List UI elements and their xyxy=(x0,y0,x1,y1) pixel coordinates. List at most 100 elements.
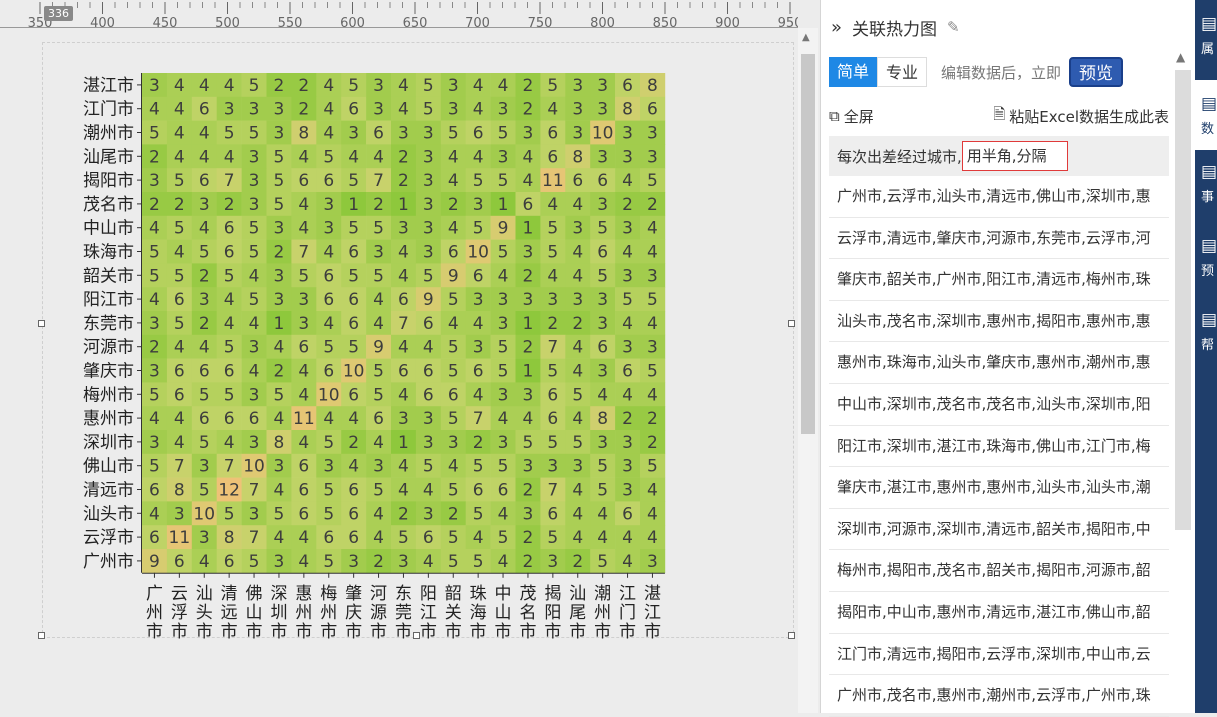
heatmap-cell-value: 4 xyxy=(572,528,583,548)
heatmap-cell-value: 3 xyxy=(597,433,608,453)
heatmap-cell-value: 4 xyxy=(274,338,285,358)
heatmap-cell-value: 4 xyxy=(572,362,583,382)
excel-file-icon: 🗎 xyxy=(993,104,1006,123)
data-row[interactable]: 广州市,云浮市,汕头市,清远市,佛山市,深圳市,惠 xyxy=(829,176,1169,218)
heatmap-cell-value: 3 xyxy=(423,124,434,144)
x-axis-label: 清远市 xyxy=(221,584,238,642)
heatmap-cell-value: 5 xyxy=(224,124,235,144)
y-axis-label: 东莞市 xyxy=(83,314,134,334)
heatmap-cell-value: 5 xyxy=(224,385,235,405)
data-row[interactable]: 汕头市,茂名市,深圳市,惠州市,揭阳市,惠州市,惠 xyxy=(829,301,1169,343)
heatmap-cell-value: 3 xyxy=(523,290,534,310)
heatmap-cell-value: 4 xyxy=(572,195,583,215)
heatmap-cell-value: 3 xyxy=(597,290,608,310)
data-row[interactable]: 惠州市,珠海市,汕头市,肇庆市,惠州市,潮州市,惠 xyxy=(829,342,1169,384)
x-axis-label: 汕尾市 xyxy=(569,584,586,642)
heatmap-cell-value: 4 xyxy=(298,147,309,167)
data-row[interactable]: 阳江市,深圳市,湛江市,珠海市,佛山市,江门市,梅 xyxy=(829,426,1169,468)
heatmap-cell-value: 5 xyxy=(597,552,608,572)
collapse-panel-icon[interactable]: » xyxy=(831,17,842,38)
heatmap-cell-value: 5 xyxy=(199,481,210,501)
heatmap-cell-value: 5 xyxy=(547,362,558,382)
heatmap-cell-value: 12 xyxy=(218,481,240,501)
x-axis-label: 潮州市 xyxy=(594,584,611,642)
heatmap-cell-value: 5 xyxy=(174,171,185,191)
heatmap-cell-value: 5 xyxy=(249,243,260,263)
edit-title-icon[interactable]: ✎ xyxy=(947,18,960,36)
rail-item-2[interactable]: ▤ 事 xyxy=(1195,148,1217,218)
heatmap-cell-value: 5 xyxy=(547,219,558,239)
data-row[interactable]: 广州市,茂名市,惠州市,潮州市,云浮市,广州市,珠 xyxy=(829,675,1169,717)
heatmap-cell-value: 7 xyxy=(547,481,558,501)
heatmap-cell-value: 3 xyxy=(249,100,260,120)
heatmap-chart[interactable]: 3 4 4 4 5 2 2 4 5 3 4 5 3 4 4 2 5 3 3 6 84 4 6 3 3 3 2 4 6 3 4 5 3 4 3 2 4 3 3… xyxy=(0,0,798,713)
heatmap-cell-value: 5 xyxy=(348,266,359,286)
heatmap-cell-value: 4 xyxy=(572,243,583,263)
paste-excel-button[interactable]: 🗎 粘贴Excel数据生成此表 xyxy=(993,104,1169,129)
data-row[interactable]: 中山市,深圳市,茂名市,茂名市,汕头市,深圳市,阳 xyxy=(829,384,1169,426)
heatmap-cell-value: 3 xyxy=(249,195,260,215)
scroll-thumb[interactable] xyxy=(801,54,815,434)
data-row[interactable]: 揭阳市,中山市,惠州市,清远市,湛江市,佛山市,韶 xyxy=(829,592,1169,634)
panel-scroll-thumb[interactable] xyxy=(1175,70,1191,530)
preview-button[interactable]: 预览 xyxy=(1069,57,1124,87)
heatmap-cell-value: 6 xyxy=(348,290,359,310)
heatmap-cell-value: 5 xyxy=(448,124,459,144)
heatmap-cell-value: 4 xyxy=(647,504,658,524)
heatmap-cell-value: 6 xyxy=(348,314,359,334)
data-row[interactable]: 肇庆市,韶关市,广州市,阳江市,清远市,梅州市,珠 xyxy=(829,259,1169,301)
heatmap-cell-value: 2 xyxy=(523,481,534,501)
heatmap-cell-value: 6 xyxy=(323,266,334,286)
tab-simple[interactable]: 简单 xyxy=(829,57,878,87)
heatmap-cell-value: 5 xyxy=(647,362,658,382)
heatmap-cell-value: 6 xyxy=(373,409,384,429)
canvas-vertical-scrollbar[interactable]: ▲ xyxy=(798,28,818,713)
heatmap-cell-value: 4 xyxy=(174,409,185,429)
panel-scroll-up-icon[interactable]: ▲ xyxy=(1176,50,1185,64)
heatmap-cell-value: 2 xyxy=(572,314,583,334)
heatmap-cell-value: 3 xyxy=(622,457,633,477)
heatmap-cell-value: 6 xyxy=(298,171,309,191)
heatmap-cell-value: 5 xyxy=(348,219,359,239)
heatmap-cell-value: 5 xyxy=(448,552,459,572)
heatmap-cell-value: 3 xyxy=(274,266,285,286)
heatmap-cell-value: 3 xyxy=(622,433,633,453)
heatmap-cell-value: 3 xyxy=(647,552,658,572)
rail-item-0[interactable]: ▤ 属 xyxy=(1195,0,1217,72)
fullscreen-button[interactable]: ⧉ 全屏 xyxy=(829,106,874,127)
heatmap-cell-value: 4 xyxy=(224,76,235,96)
heatmap-cell-value: 5 xyxy=(323,481,334,501)
heatmap-cell-value: 4 xyxy=(298,433,309,453)
rail-item-1[interactable]: ▤ 数 xyxy=(1195,80,1217,150)
rail-item-3[interactable]: ▤ 预 xyxy=(1195,222,1217,292)
data-row[interactable]: 肇庆市,湛江市,惠州市,惠州市,汕头市,汕头市,潮 xyxy=(829,467,1169,509)
heatmap-cell-value: 3 xyxy=(199,195,210,215)
heatmap-cell-value: 3 xyxy=(174,504,185,524)
tab-professional[interactable]: 专业 xyxy=(877,57,928,87)
heatmap-cell-value: 4 xyxy=(647,314,658,334)
heatmap-cell-value: 6 xyxy=(622,76,633,96)
heatmap-cell-value: 3 xyxy=(622,124,633,144)
heatmap-cell-value: 3 xyxy=(249,385,260,405)
y-axis-label: 潮州市 xyxy=(83,124,134,144)
data-row[interactable]: 江门市,清远市,揭阳市,云浮市,深圳市,中山市,云 xyxy=(829,634,1169,676)
data-list: 每次出差经过城市, 用半角,分隔 广州市,云浮市,汕头市,清远市,佛山市,深圳市… xyxy=(829,136,1169,717)
data-row[interactable]: 深圳市,河源市,深圳市,清远市,韶关市,揭阳市,中 xyxy=(829,509,1169,551)
data-row[interactable]: 云浮市,清远市,肇庆市,河源市,东莞市,云浮市,河 xyxy=(829,218,1169,260)
heatmap-cell-value: 4 xyxy=(199,338,210,358)
heatmap-cell-value: 4 xyxy=(572,266,583,286)
heatmap-cell-value: 3 xyxy=(149,314,160,334)
heatmap-cell-value: 2 xyxy=(448,195,459,215)
heatmap-cell-value: 6 xyxy=(298,481,309,501)
heatmap-cell-value: 4 xyxy=(398,385,409,405)
heatmap-cell-value: 3 xyxy=(622,481,633,501)
heatmap-cell-value: 4 xyxy=(199,124,210,144)
heatmap-cell-value: 3 xyxy=(249,504,260,524)
heatmap-cell-value: 3 xyxy=(373,457,384,477)
x-axis-label: 茂名市 xyxy=(519,584,536,642)
separator-hint-field[interactable]: 用半角,分隔 xyxy=(961,141,1068,171)
scroll-up-icon[interactable]: ▲ xyxy=(802,32,810,43)
data-row[interactable]: 梅州市,揭阳市,茂名市,韶关市,揭阳市,河源市,韶 xyxy=(829,550,1169,592)
rail-item-4[interactable]: ▤ 帮 xyxy=(1195,296,1217,366)
heatmap-cell-value: 2 xyxy=(373,552,384,572)
